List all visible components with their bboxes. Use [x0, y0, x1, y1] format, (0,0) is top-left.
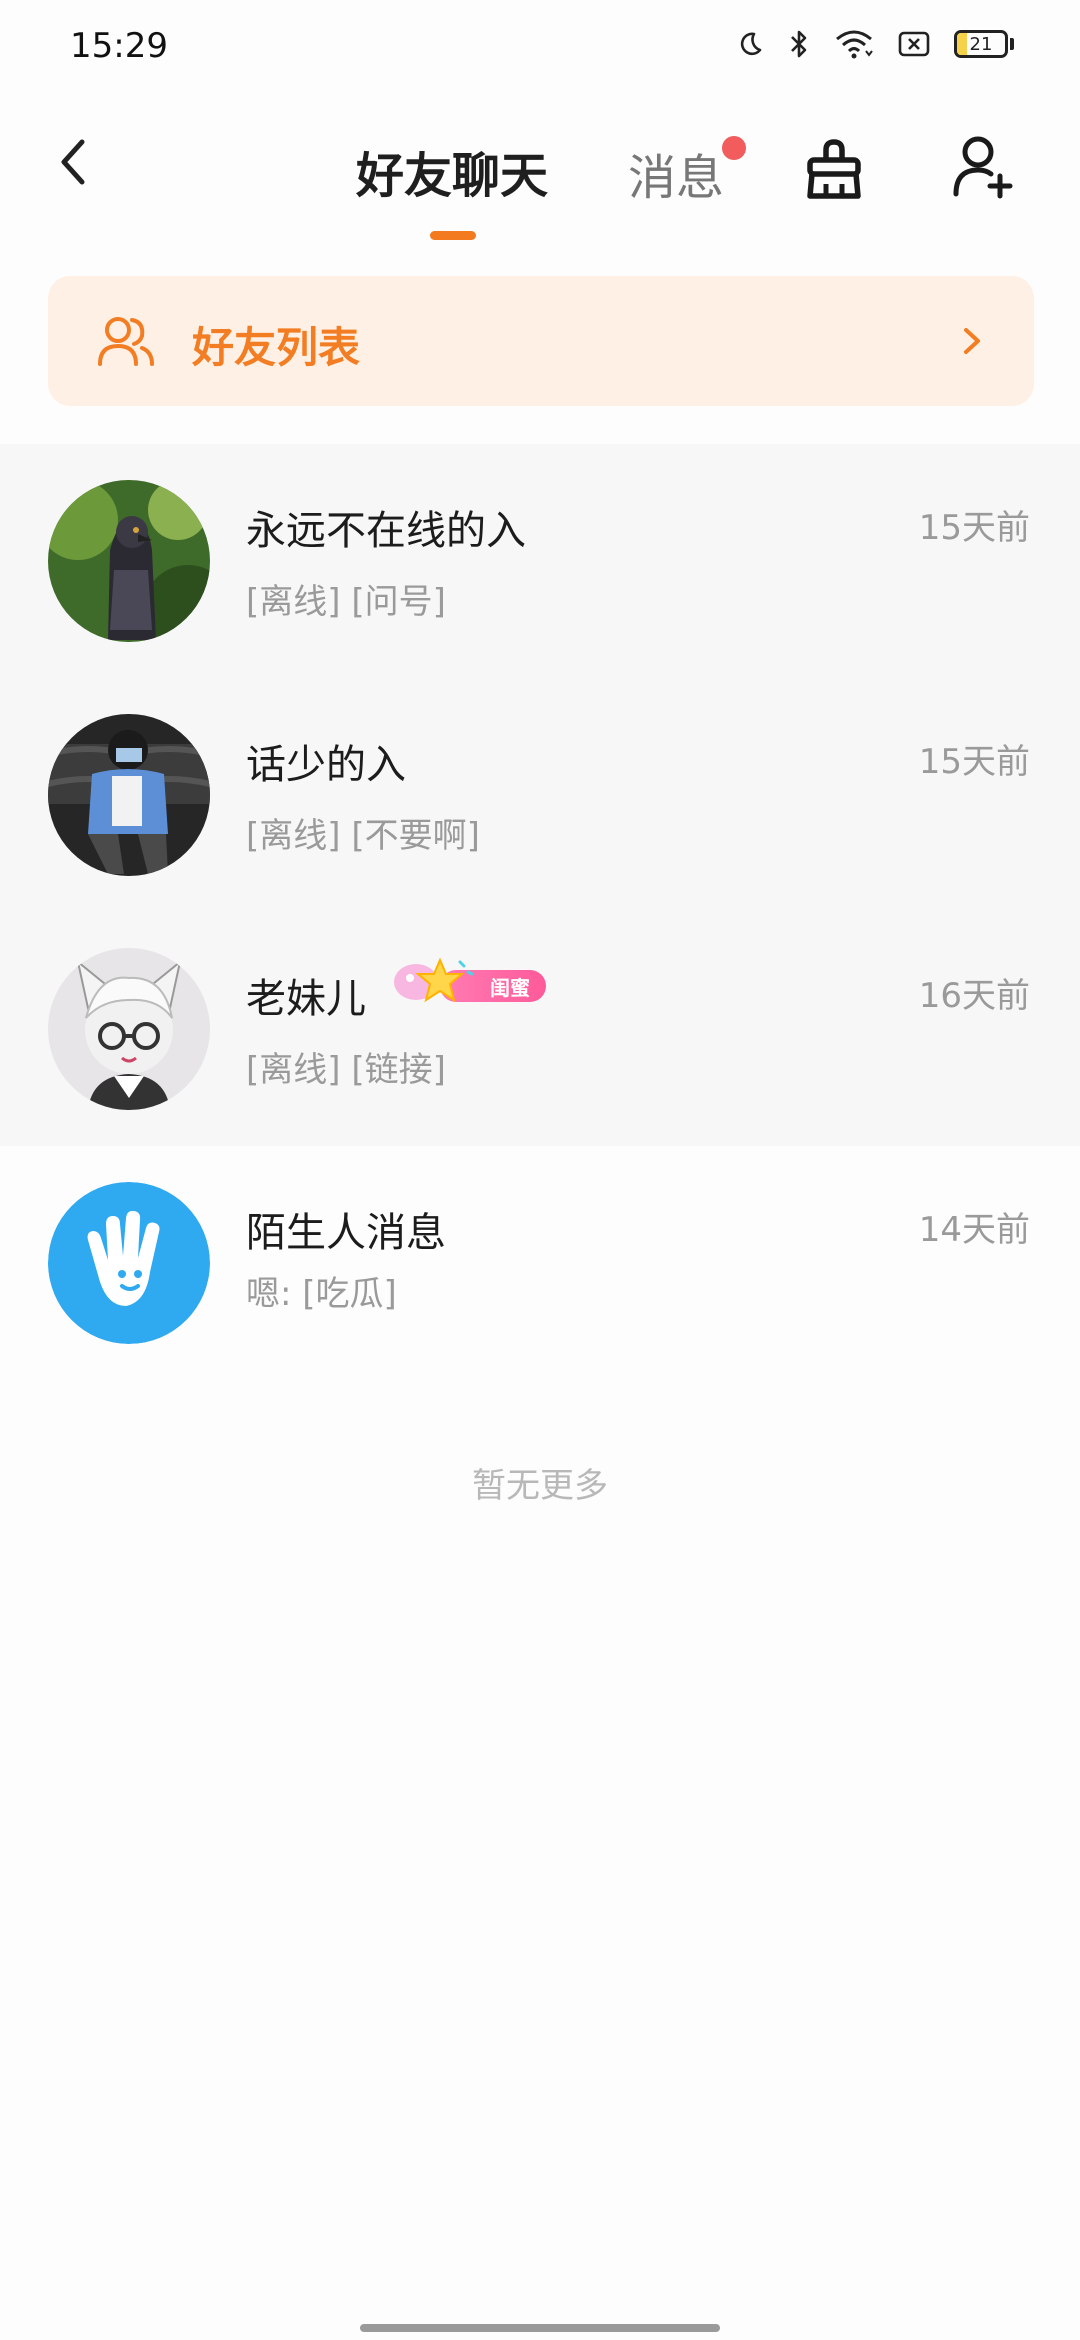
header: 好友聊天 消息: [0, 96, 1080, 246]
chat-time: 15天前: [918, 508, 1030, 548]
status-bar: 15:29 21: [0, 0, 1080, 96]
chat-preview: 嗯: [吃瓜]: [246, 1274, 397, 1314]
chat-name: 永远不在线的入: [246, 508, 526, 554]
avatar: [48, 714, 210, 876]
status-time: 15:29: [70, 26, 168, 66]
chevron-right-icon: [964, 328, 980, 354]
back-button[interactable]: [44, 132, 104, 192]
avatar: [48, 480, 210, 642]
sim-x-icon: [898, 31, 930, 57]
bluetooth-icon: [791, 30, 807, 58]
status-icons: 21: [736, 28, 1014, 60]
no-more-text: 暂无更多: [472, 1466, 608, 1506]
chat-name: 老妹儿: [246, 976, 366, 1022]
friend-chat-list: 永远不在线的入 15天前 [离线] [问号] 话少的入 15天前 [离线] [不…: [0, 444, 1080, 1146]
chat-time: 14天前: [918, 1210, 1030, 1250]
stranger-messages-item[interactable]: 陌生人消息 14天前 嗯: [吃瓜]: [0, 1146, 1080, 1372]
tab-messages[interactable]: 消息: [628, 138, 724, 208]
add-friend-button[interactable]: [950, 132, 1018, 200]
clean-button[interactable]: [800, 136, 868, 204]
friend-list-banner[interactable]: 好友列表: [48, 276, 1034, 406]
chat-item[interactable]: 话少的入 15天前 [离线] [不要啊]: [0, 678, 1080, 912]
avatar: [48, 948, 210, 1110]
friend-list-label: 好友列表: [192, 323, 361, 372]
wifi-icon: [836, 30, 873, 59]
tab-friends-chat[interactable]: 好友聊天: [356, 136, 548, 206]
chat-time: 16天前: [918, 976, 1030, 1016]
chat-preview: [离线] [问号]: [246, 582, 446, 622]
friends-icon: [98, 317, 154, 366]
chat-item[interactable]: 永远不在线的入 15天前 [离线] [问号]: [0, 444, 1080, 678]
battery-icon: 21: [954, 30, 1014, 58]
chat-name: 陌生人消息: [246, 1210, 446, 1256]
unread-dot: [722, 136, 746, 160]
stranger-avatar: [48, 1182, 210, 1344]
bestie-badge: 闺蜜: [390, 956, 546, 1006]
battery-level: 21: [969, 33, 993, 55]
chat-preview: [离线] [不要啊]: [246, 816, 480, 856]
chat-time: 15天前: [918, 742, 1030, 782]
home-indicator[interactable]: [360, 2324, 720, 2332]
tab-active-indicator: [430, 231, 476, 240]
chat-item[interactable]: 老妹儿 闺蜜 16天前 [离线] [链接]: [0, 912, 1080, 1146]
chat-preview: [离线] [链接]: [246, 1050, 446, 1090]
chat-name: 话少的入: [246, 742, 406, 788]
star-icon: [394, 957, 474, 1003]
moon-icon: [740, 32, 762, 56]
